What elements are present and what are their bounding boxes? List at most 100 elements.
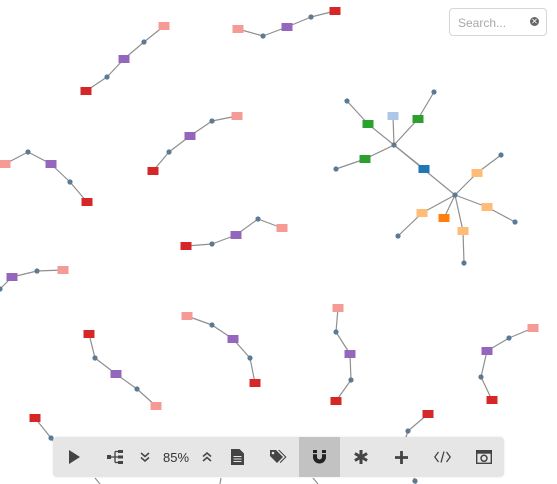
graph-node-46[interactable] [481,347,493,355]
graph-node-38[interactable] [249,379,261,387]
graph-node-17[interactable] [45,160,57,168]
graph-node-14[interactable] [147,167,159,175]
graph-dot-node-47[interactable] [478,374,484,380]
magnet-icon [313,449,326,463]
graph-edge-63 [312,477,319,484]
graph-node-56[interactable] [362,120,374,128]
graph-dot-node-3[interactable] [104,74,110,80]
graph-dot-node-64[interactable] [452,192,458,198]
graph-dot-node-74[interactable] [412,478,418,484]
graph-dot-node-26[interactable] [34,268,40,274]
graph-node-7[interactable] [281,23,293,31]
graph-dot-node-40[interactable] [333,329,339,335]
graph-dot-node-42[interactable] [348,377,354,383]
graph-dot-node-57[interactable] [344,98,350,104]
graph-dot-node-68[interactable] [512,219,518,225]
graph-edge-62 [219,477,222,484]
screenshot-button[interactable] [463,437,504,477]
graph-dot-node-60[interactable] [431,89,437,95]
graph-edge-61 [94,477,101,484]
graph-dot-node-18[interactable] [67,179,73,185]
graph-node-41[interactable] [344,350,356,358]
graph-node-5[interactable] [232,25,244,33]
asterisk-button[interactable] [340,437,381,477]
zoom-control: 85% [135,437,217,477]
graph-dot-node-53[interactable] [405,428,411,434]
graph-dot-node-73[interactable] [395,233,401,239]
graph-node-15[interactable] [0,160,11,168]
graph-node-36[interactable] [227,335,239,343]
graph-node-59[interactable] [412,115,424,123]
double-chevron-up-icon [202,452,212,462]
graph-dot-node-55[interactable] [391,142,397,148]
graph-dot-node-45[interactable] [506,335,512,341]
graph-node-39[interactable] [332,304,344,312]
graph-node-44[interactable] [527,324,539,332]
graph-canvas[interactable] [0,0,557,484]
graph-dot-node-13[interactable] [166,149,172,155]
layout-button[interactable] [94,437,135,477]
graph-node-58[interactable] [387,112,399,120]
tags-button[interactable] [258,437,299,477]
notes-button[interactable] [217,437,258,477]
graph-dot-node-21[interactable] [255,216,261,222]
graph-node-69[interactable] [457,227,469,235]
graph-node-24[interactable] [180,242,192,250]
graph-node-9[interactable] [329,7,341,15]
graph-dot-node-70[interactable] [461,260,467,266]
graph-dot-node-11[interactable] [209,118,215,124]
camera-icon [475,450,492,464]
graph-node-65[interactable] [471,169,483,177]
search-box[interactable]: ✕ [449,8,547,36]
graph-dot-node-62[interactable] [333,166,339,172]
graph-node-52[interactable] [422,410,434,418]
graph-edge-57 [462,230,465,264]
graph-node-34[interactable] [181,312,193,320]
graph-node-29[interactable] [83,330,95,338]
graph-toolbar: 85% [53,437,504,477]
play-icon [68,450,80,464]
magnet-button[interactable] [299,437,340,477]
graph-node-71[interactable] [438,214,450,222]
graph-dot-node-32[interactable] [134,386,140,392]
graph-node-10[interactable] [231,112,243,120]
graph-dot-node-66[interactable] [498,152,504,158]
graph-node-33[interactable] [150,402,162,410]
graph-node-31[interactable] [110,370,122,378]
code-button[interactable] [422,437,463,477]
graph-dot-node-16[interactable] [25,149,31,155]
graph-node-67[interactable] [481,203,493,211]
graph-node-12[interactable] [184,132,196,140]
graph-node-48[interactable] [486,396,498,404]
graph-dot-node-35[interactable] [209,322,215,328]
zoom-in-button[interactable] [197,452,217,462]
graph-node-27[interactable] [6,273,18,281]
graph-node-72[interactable] [416,209,428,217]
graph-edge-56 [454,194,464,232]
graph-node-49[interactable] [29,414,41,422]
graph-node-2[interactable] [118,55,130,63]
graph-node-0[interactable] [158,22,170,30]
graph-node-19[interactable] [81,198,93,206]
add-button[interactable] [381,437,422,477]
graph-dot-node-8[interactable] [308,14,314,20]
graph-dot-node-30[interactable] [92,355,98,361]
hierarchy-icon [106,450,123,464]
search-input[interactable] [458,14,528,32]
graph-node-63[interactable] [418,165,430,173]
graph-node-25[interactable] [57,266,69,274]
graph-node-43[interactable] [330,397,342,405]
graph-dot-node-1[interactable] [141,39,147,45]
graph-node-4[interactable] [80,87,92,95]
zoom-out-button[interactable] [135,452,155,462]
graph-node-20[interactable] [276,224,288,232]
tags-icon [270,449,287,463]
clear-search-icon[interactable]: ✕ [530,17,539,26]
graph-dot-node-37[interactable] [247,355,253,361]
zoom-level: 85% [162,449,190,465]
graph-dot-node-6[interactable] [260,33,266,39]
play-button[interactable] [53,437,94,477]
graph-node-61[interactable] [359,155,371,163]
graph-node-22[interactable] [230,231,242,239]
graph-dot-node-23[interactable] [209,241,215,247]
